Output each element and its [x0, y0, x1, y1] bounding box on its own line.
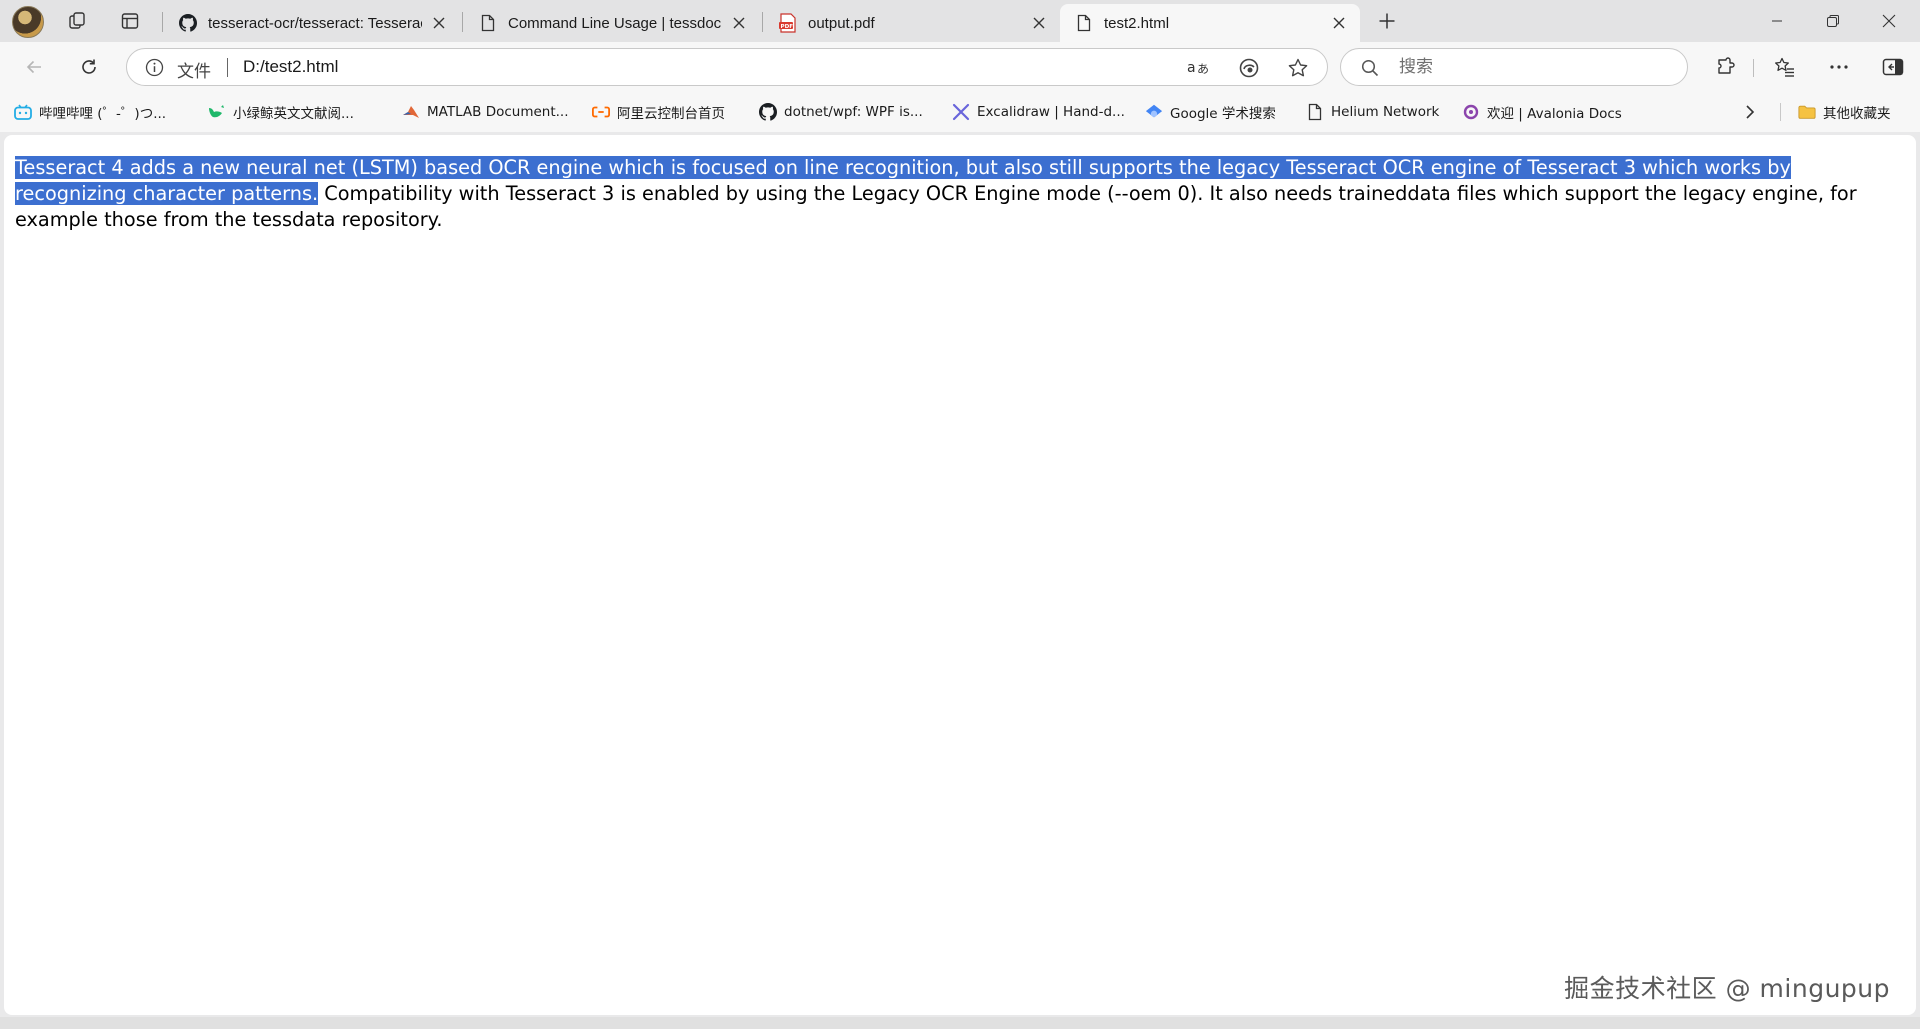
favorite-label: dotnet/wpf: WPF is... — [784, 104, 923, 120]
other-favorites-label: 其他收藏夹 — [1823, 106, 1891, 122]
vertical-tabs-icon[interactable] — [115, 7, 145, 35]
close-window-icon[interactable] — [1861, 0, 1917, 42]
page-icon — [1306, 103, 1324, 121]
window-bottom-edge — [0, 1017, 1920, 1029]
search-icon — [1361, 59, 1379, 82]
tab-title: test2.html — [1104, 14, 1170, 32]
folder-icon — [1798, 103, 1816, 121]
tab-command-line-usage[interactable]: Command Line Usage | tessdoc — [464, 4, 760, 42]
page-icon — [1074, 13, 1094, 33]
more-options-icon[interactable] — [1822, 51, 1856, 83]
address-divider — [227, 58, 228, 77]
scholar-icon — [1145, 103, 1163, 121]
aliyun-icon — [592, 103, 610, 121]
favorites-divider — [1780, 103, 1781, 121]
favorites-overflow-chevron-icon[interactable] — [1744, 100, 1756, 124]
tab-title: output.pdf — [808, 14, 875, 32]
page-viewport: Tesseract 4 adds a new neural net (LSTM)… — [4, 135, 1916, 1015]
sidebar-toggle-icon[interactable] — [1876, 51, 1910, 83]
scheme-label: 文件 — [177, 62, 211, 82]
favorite-label: 阿里云控制台首页 — [617, 106, 725, 122]
favorite-label: MATLAB Document... — [427, 104, 569, 120]
other-favorites-folder[interactable]: 其他收藏夹 — [1798, 100, 1891, 124]
tab-strip: tesseract-ocr/tesseract: Tesseract Open … — [0, 0, 1920, 42]
close-tab-icon[interactable] — [428, 12, 450, 34]
page-icon — [478, 13, 498, 33]
tab-separator — [462, 12, 463, 32]
favorite-matlab[interactable]: MATLAB Document... — [402, 100, 569, 124]
tab-output-pdf[interactable]: PDF output.pdf — [764, 4, 1060, 42]
tab-title: tesseract-ocr/tesseract: Tesseract Open … — [208, 14, 422, 32]
refresh-icon[interactable] — [72, 51, 106, 83]
favorite-label: Excalidraw | Hand-d... — [977, 104, 1125, 120]
favorite-excalidraw[interactable]: Excalidraw | Hand-d... — [952, 100, 1125, 124]
favorite-label: Google 学术搜索 — [1170, 106, 1276, 122]
favorite-avalonia-docs[interactable]: 欢迎 | Avalonia Docs — [1462, 100, 1622, 124]
excalidraw-icon — [952, 103, 970, 121]
new-tab-button[interactable] — [1372, 7, 1402, 35]
tab-test2-html[interactable]: test2.html — [1060, 4, 1360, 42]
github-icon — [759, 103, 777, 121]
favorite-helium-network[interactable]: Helium Network — [1306, 100, 1439, 124]
search-box[interactable] — [1340, 48, 1688, 86]
read-aloud-icon[interactable]: aあ — [1185, 55, 1213, 81]
close-tab-icon[interactable] — [728, 12, 750, 34]
github-icon — [178, 13, 198, 33]
url-text[interactable]: D:/test2.html — [243, 57, 338, 77]
back-icon[interactable] — [17, 51, 51, 83]
page-paragraph: Tesseract 4 adds a new neural net (LSTM)… — [15, 155, 1895, 233]
favorite-label: Helium Network — [1331, 104, 1440, 120]
address-bar[interactable]: 文件 D:/test2.html aあ — [126, 48, 1328, 86]
minimize-icon[interactable] — [1749, 0, 1805, 42]
bilibili-icon — [14, 103, 32, 121]
tab-tesseract-github[interactable]: tesseract-ocr/tesseract: Tesseract Open … — [164, 4, 460, 42]
svg-text:a: a — [1187, 60, 1196, 76]
favorite-label: 哔哩哔哩 (゜-゜)つ... — [39, 106, 167, 122]
close-tab-icon[interactable] — [1328, 12, 1350, 34]
info-icon[interactable] — [145, 58, 164, 82]
tab-separator — [762, 12, 763, 32]
favorites-icon[interactable] — [1768, 51, 1802, 83]
workspaces-icon[interactable] — [62, 7, 92, 35]
edge-collections-icon[interactable] — [1235, 55, 1263, 81]
favorite-label: 欢迎 | Avalonia Docs — [1487, 106, 1622, 122]
svg-text:あ: あ — [1197, 62, 1209, 76]
watermark: 掘金技术社区 @ mingupup — [1564, 974, 1890, 1003]
close-tab-icon[interactable] — [1028, 12, 1050, 34]
restore-icon[interactable] — [1805, 0, 1861, 42]
pdf-icon: PDF — [778, 13, 798, 33]
favorite-label: 小绿鲸英文文献阅... — [233, 106, 354, 122]
toolbar: 文件 D:/test2.html aあ — [0, 42, 1920, 92]
favorite-dotnet-wpf[interactable]: dotnet/wpf: WPF is... — [759, 100, 923, 124]
favorite-xiaolvjing[interactable]: 小绿鲸英文文献阅... — [208, 100, 354, 124]
toolbar-divider — [1753, 59, 1754, 77]
avalonia-icon — [1462, 103, 1480, 121]
tab-title: Command Line Usage | tessdoc — [508, 14, 722, 32]
search-input[interactable] — [1399, 56, 1669, 78]
matlab-icon — [402, 103, 420, 121]
favorites-bar: 哔哩哔哩 (゜-゜)つ... 小绿鲸英文文献阅... MATLAB Docume… — [0, 92, 1920, 132]
extensions-icon[interactable] — [1708, 51, 1742, 83]
favorite-bilibili[interactable]: 哔哩哔哩 (゜-゜)つ... — [14, 100, 166, 124]
profile-avatar[interactable] — [12, 6, 44, 38]
whale-icon — [208, 103, 226, 121]
svg-text:PDF: PDF — [781, 24, 794, 30]
favorite-google-scholar[interactable]: Google 学术搜索 — [1145, 100, 1276, 124]
tab-separator — [162, 12, 163, 32]
favorite-star-icon[interactable] — [1284, 55, 1312, 81]
favorite-aliyun[interactable]: 阿里云控制台首页 — [592, 100, 725, 124]
